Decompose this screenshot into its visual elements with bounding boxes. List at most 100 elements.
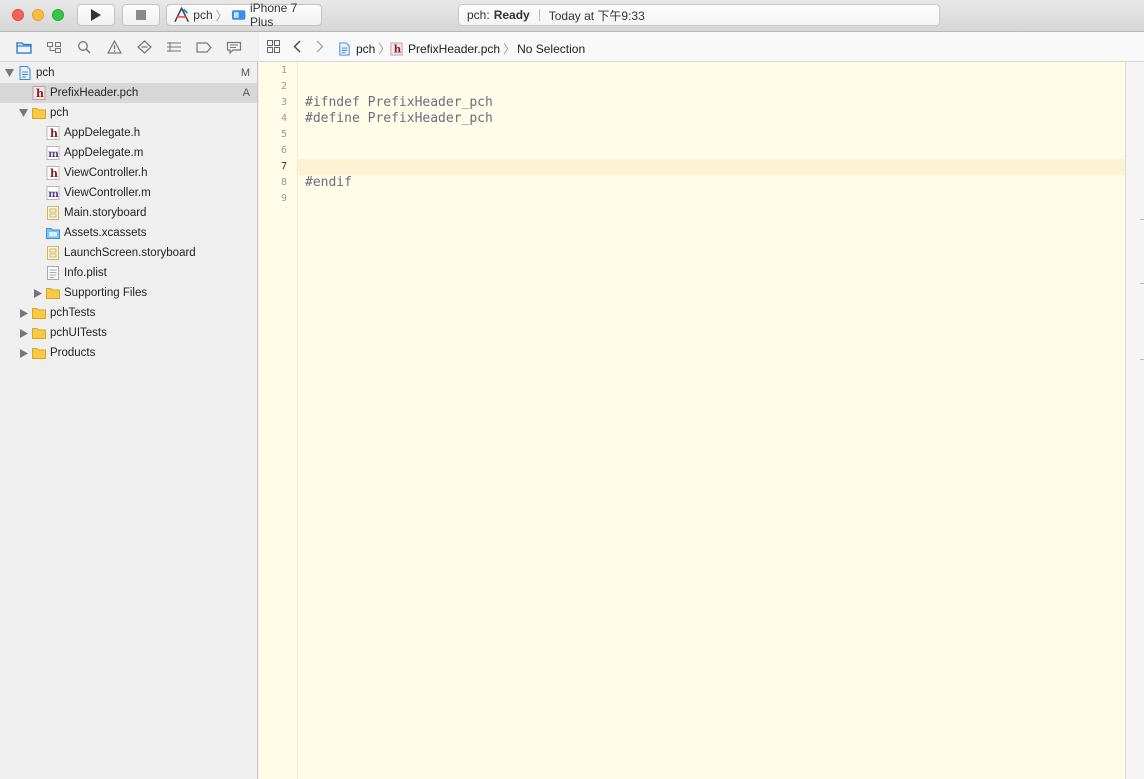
chevron-right-icon: 〉 <box>215 8 228 23</box>
implementation-file-icon: m <box>46 186 60 200</box>
stop-icon <box>136 10 146 20</box>
project-file-icon <box>19 66 31 80</box>
jump-bar-project[interactable]: pch 〉 <box>338 40 392 57</box>
line-number: 5 <box>280 129 287 140</box>
navigator-item-main-storyboard[interactable]: Main.storyboard <box>0 203 257 223</box>
line-number: 4 <box>280 113 287 124</box>
folder-icon <box>32 108 46 119</box>
navigator-item-label: pchUITests <box>50 327 107 339</box>
navigator-item-viewcontroller-m[interactable]: m ViewController.m <box>0 183 257 203</box>
status-divider <box>538 9 540 21</box>
project-file-icon <box>339 42 350 55</box>
navigator-item-project-pch[interactable]: pch M <box>0 63 257 83</box>
search-icon[interactable] <box>76 40 92 54</box>
jump-bar-selection-label[interactable]: No Selection <box>517 42 585 56</box>
navigator-item-supporting-files[interactable]: Supporting Files <box>0 283 257 303</box>
scheme-selector[interactable]: pch 〉 iPhone 7 Plus <box>166 1 322 29</box>
activity-status-bar: pch: Ready Today at 下午9:33 <box>458 4 940 26</box>
debug-icon[interactable] <box>166 40 182 54</box>
status-time: Today at 下午9:33 <box>548 8 645 23</box>
warning-icon[interactable] <box>106 40 122 54</box>
disclosure-closed-icon[interactable] <box>19 328 28 338</box>
folder-icon <box>46 288 60 299</box>
code-line-ifndef[interactable]: #ifndef PrefixHeader_pch <box>305 95 493 110</box>
navigator-item-label: Main.storyboard <box>64 207 147 219</box>
jump-bar-project-label: pch <box>356 41 376 56</box>
current-line-number: 7 <box>280 161 287 172</box>
disclosure-open-icon[interactable] <box>19 109 28 118</box>
code-line-endif[interactable]: #endif <box>305 175 352 190</box>
plist-file-icon <box>47 266 59 280</box>
navigator-item-launchscreen-storyboard[interactable]: LaunchScreen.storyboard <box>0 243 257 263</box>
navigator-item-label: AppDelegate.h <box>64 127 141 139</box>
editor-jump-bar: pch 〉 h PrefixHeader.pch 〉 No Selection <box>259 32 1144 62</box>
disclosure-closed-icon[interactable] <box>33 288 42 298</box>
code-line-define[interactable]: #define PrefixHeader_pch <box>305 111 493 126</box>
navigator-item-label: Assets.xcassets <box>64 227 147 239</box>
window-toolbar: pch 〉 iPhone 7 Plus pch: Ready Today at … <box>0 0 1144 32</box>
jump-bar-file[interactable]: h PrefixHeader.pch 〉 No Selection <box>390 40 585 57</box>
navigator-item-label: Supporting Files <box>64 287 148 299</box>
navigator-item-pchuitests[interactable]: pchUITests <box>0 323 257 343</box>
navigator-item-label: pchTests <box>50 307 96 319</box>
navigator-item-assets-xcassets[interactable]: Assets.xcassets <box>0 223 257 243</box>
folder-icon[interactable] <box>16 40 32 54</box>
navigator-item-appdelegate-m[interactable]: m AppDelegate.m <box>0 143 257 163</box>
jump-bar-file-label: PrefixHeader.pch <box>408 41 501 56</box>
disclosure-closed-icon[interactable] <box>19 348 28 358</box>
pane-divider-tick <box>1140 359 1144 360</box>
back-chevron-icon[interactable] <box>293 40 301 53</box>
navigator-item-label: pch <box>50 107 69 119</box>
pane-divider-tick <box>1140 219 1144 220</box>
breakpoint-icon[interactable] <box>196 40 212 54</box>
svg-text:h: h <box>394 43 402 55</box>
current-line-highlight <box>298 159 1125 175</box>
play-icon <box>91 9 101 21</box>
header-file-icon: h <box>46 166 60 180</box>
svg-text:h: h <box>50 127 58 140</box>
folder-icon <box>32 308 46 319</box>
scheme-project-label: pch <box>193 8 213 22</box>
svg-text:h: h <box>50 167 58 180</box>
navigator-item-label: Info.plist <box>64 267 107 279</box>
asset-catalog-icon <box>46 228 60 239</box>
navigator-item-viewcontroller-h[interactable]: h ViewController.h <box>0 163 257 183</box>
test-icon[interactable] <box>136 40 152 54</box>
chevron-right-icon: 〉 <box>503 42 516 56</box>
status-project: pch: <box>467 8 490 22</box>
related-items-grid-icon[interactable] <box>267 40 280 53</box>
minimize-window-button[interactable] <box>32 9 44 21</box>
source-control-icon[interactable] <box>46 40 62 54</box>
navigator-item-group-pch[interactable]: pch <box>0 103 257 123</box>
disclosure-open-icon[interactable] <box>5 69 14 78</box>
header-file-icon: h <box>46 126 60 140</box>
svg-text:m: m <box>48 149 59 160</box>
navigator-item-pchtests[interactable]: pchTests <box>0 303 257 323</box>
navigator-item-label: AppDelegate.m <box>64 147 144 159</box>
source-editor[interactable]: 1 2 3 4 5 6 7 8 9 #ifndef PrefixHeader_p… <box>259 62 1125 779</box>
close-window-button[interactable] <box>12 9 24 21</box>
line-number-gutter[interactable]: 1 2 3 4 5 6 7 8 9 <box>259 62 298 779</box>
navigator-item-label: ViewController.m <box>64 187 151 199</box>
navigator-item-products[interactable]: Products <box>0 343 257 363</box>
line-number: 9 <box>280 193 287 204</box>
navigator-item-appdelegate-h[interactable]: h AppDelegate.h <box>0 123 257 143</box>
navigator-selector-bar <box>0 32 258 62</box>
disclosure-closed-icon[interactable] <box>19 308 28 318</box>
zoom-window-button[interactable] <box>52 9 64 21</box>
scheme-device-label: iPhone 7 Plus <box>249 1 298 29</box>
line-number: 3 <box>280 97 287 108</box>
utility-pane-edge[interactable] <box>1125 62 1144 779</box>
navigator-item-info-plist[interactable]: Info.plist <box>0 263 257 283</box>
simulator-device-icon <box>231 10 246 20</box>
navigator-item-label: LaunchScreen.storyboard <box>64 247 196 259</box>
navigator-item-label: Products <box>50 347 96 359</box>
run-button[interactable] <box>77 4 115 26</box>
forward-chevron-icon[interactable] <box>316 40 324 53</box>
navigator-item-label: PrefixHeader.pch <box>50 87 139 99</box>
report-icon[interactable] <box>226 40 242 54</box>
status-badge: A <box>242 87 250 99</box>
navigator-item-prefixheader-pch[interactable]: h PrefixHeader.pch A <box>0 83 257 103</box>
line-number: 1 <box>280 65 287 76</box>
stop-button[interactable] <box>122 4 160 26</box>
